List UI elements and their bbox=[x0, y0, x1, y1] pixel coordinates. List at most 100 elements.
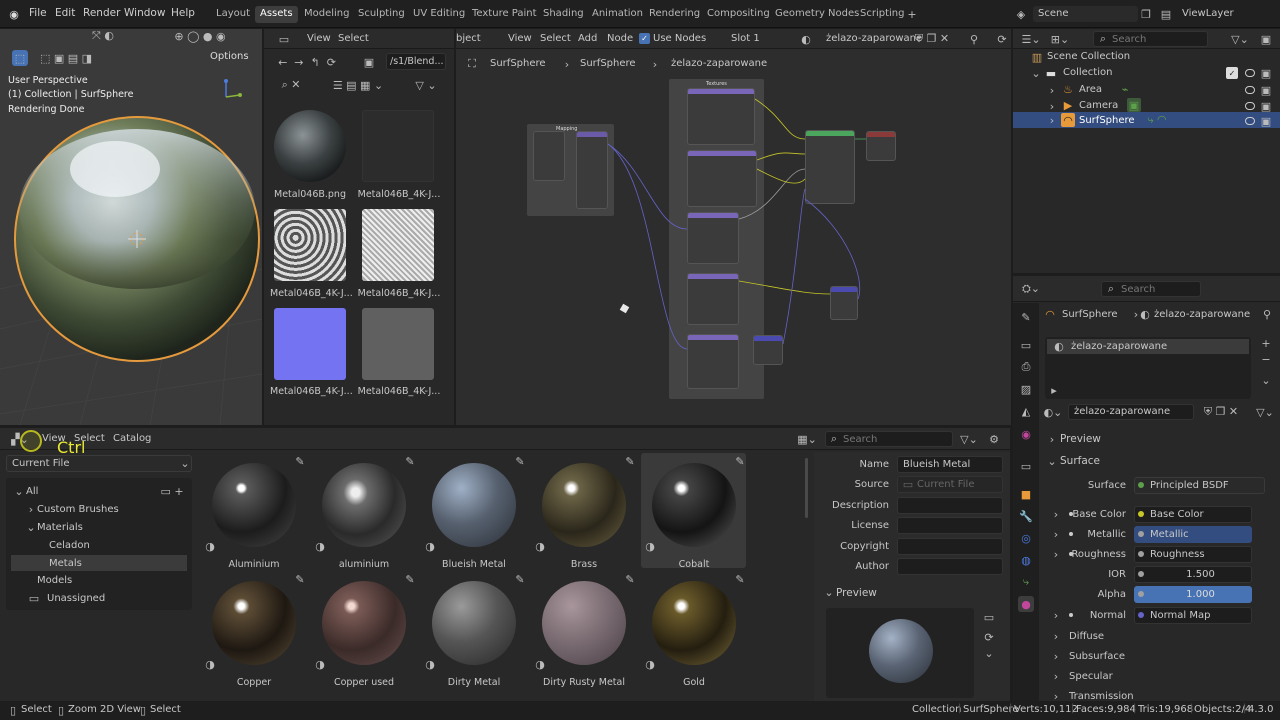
object-tab-icon[interactable]: ■ bbox=[1018, 486, 1034, 502]
surface-shader-field[interactable]: Principled BSDF bbox=[1150, 480, 1229, 491]
collapse-icon[interactable]: ⌄ bbox=[1047, 454, 1057, 468]
edit-asset-icon[interactable]: ✎ bbox=[294, 573, 306, 586]
meta-name-field[interactable]: Blueish Metal bbox=[903, 459, 970, 470]
edit-asset-icon[interactable]: ✎ bbox=[294, 455, 306, 468]
collapse-icon[interactable]: ⌄ bbox=[824, 585, 834, 599]
asset-search-input[interactable]: Search bbox=[843, 434, 877, 445]
material-name-field[interactable]: żelazo-zaparowane bbox=[1074, 406, 1170, 417]
gizmo-icons[interactable]: ⤧ ◐ bbox=[78, 29, 128, 44]
physics-tab-icon[interactable]: ◍ bbox=[1018, 552, 1034, 568]
node-editor[interactable]: bject View Select Add Node ✓ Use Nodes S… bbox=[456, 29, 1011, 425]
expand-icon[interactable]: › bbox=[1051, 527, 1061, 541]
file-menu-select[interactable]: Select bbox=[338, 33, 369, 44]
asset-settings-icon[interactable]: ⚙ bbox=[987, 432, 1001, 446]
expand-icon[interactable]: › bbox=[1051, 507, 1061, 521]
collection-expand-icon[interactable]: ⌄ bbox=[1031, 67, 1041, 80]
outliner-filter-icon[interactable]: ▽⌄ bbox=[1228, 32, 1252, 46]
material-actions-icons[interactable]: ⛨ ❐ ✕ bbox=[1196, 404, 1246, 420]
shading-mode-icons[interactable]: ⊕ ◯ ● ◉ bbox=[170, 29, 230, 44]
edit-asset-icon[interactable]: ✎ bbox=[514, 455, 526, 468]
editor-type-icon[interactable]: ▭ bbox=[274, 32, 294, 46]
visibility-eye-icon[interactable] bbox=[1245, 86, 1255, 94]
view-layer-tab-icon[interactable]: ▨ bbox=[1018, 381, 1034, 397]
world-tab-icon[interactable]: ◉ bbox=[1018, 426, 1034, 442]
visibility-eye-icon[interactable] bbox=[1245, 117, 1255, 125]
select-tool-icon[interactable]: ⬚ bbox=[12, 50, 28, 66]
base-color-field[interactable]: Base Color bbox=[1150, 509, 1204, 520]
file-name-1[interactable]: Metal046B_4K-J... bbox=[356, 189, 442, 200]
catalog-selected-row[interactable] bbox=[11, 555, 187, 571]
add-slot-icon[interactable]: + bbox=[1259, 336, 1273, 350]
file-thumb-0[interactable] bbox=[274, 110, 346, 182]
asset-thumb-copper-used[interactable] bbox=[322, 581, 406, 665]
expand-icon[interactable]: › bbox=[1051, 629, 1061, 643]
edit-asset-icon[interactable]: ✎ bbox=[404, 455, 416, 468]
asset-label-aluminium[interactable]: Aluminium bbox=[199, 559, 309, 570]
ior-field[interactable]: 1.500 bbox=[1153, 569, 1248, 580]
filter-icon[interactable]: ▽ ⌄ bbox=[408, 78, 444, 92]
catalog-actions-icons[interactable]: ▭ + bbox=[157, 484, 187, 498]
render-camera-icon[interactable]: ▣ bbox=[1259, 114, 1273, 128]
display-mode-icon[interactable]: ▦⌄ bbox=[795, 432, 819, 446]
tab-geometry-nodes[interactable]: Geometry Nodes bbox=[770, 6, 864, 23]
nav-arrows-icon[interactable]: ← → ↰ ⟳ bbox=[272, 55, 342, 69]
collapse-icon[interactable]: ⌄ bbox=[26, 521, 36, 534]
asset-grid-scrollbar[interactable] bbox=[805, 458, 808, 518]
scene-name[interactable]: Scene bbox=[1038, 8, 1069, 19]
viewport-3d[interactable]: ⬚ ⬚ ▣ ▤ ◨ ⤧ ◐ ⊕ ◯ ● ◉ Options User Persp… bbox=[0, 29, 262, 425]
asset-thumb-gold[interactable] bbox=[652, 581, 736, 665]
scene-tab-icon[interactable]: ◭ bbox=[1018, 403, 1034, 419]
catalog-all[interactable]: All bbox=[26, 486, 38, 497]
asset-thumb-cobalt[interactable] bbox=[652, 463, 736, 547]
new-collection-icon[interactable]: ▣ bbox=[1259, 32, 1273, 46]
material-filter-icon[interactable]: ▽⌄ bbox=[1254, 404, 1276, 420]
normal-field[interactable]: Normal Map bbox=[1150, 610, 1210, 621]
file-thumb-3[interactable] bbox=[362, 209, 434, 281]
modifier-tab-icon[interactable]: 🔧 bbox=[1018, 508, 1034, 524]
asset-thumb-aluminium[interactable] bbox=[212, 463, 296, 547]
expand-icon[interactable]: › bbox=[1051, 547, 1061, 561]
properties-type-icon[interactable]: ⛭⌄ bbox=[1019, 282, 1043, 296]
tab-assets[interactable]: Assets bbox=[255, 6, 298, 23]
expand-icon[interactable]: › bbox=[1051, 608, 1061, 622]
slot-menu-icon[interactable]: ⌄ bbox=[1259, 373, 1273, 387]
metallic-field[interactable]: Metallic bbox=[1150, 529, 1189, 540]
outliner-item-camera[interactable]: Camera bbox=[1079, 100, 1118, 111]
section-preview[interactable]: Preview bbox=[1060, 433, 1101, 445]
file-thumb-5[interactable] bbox=[362, 308, 434, 380]
blender-logo-icon[interactable]: ◉ bbox=[6, 7, 22, 21]
outliner-display-icon[interactable]: ⊞⌄ bbox=[1049, 32, 1071, 46]
add-workspace-icon[interactable]: + bbox=[905, 7, 919, 21]
tab-texture-paint[interactable]: Texture Paint bbox=[467, 6, 542, 23]
meta-author-field[interactable] bbox=[897, 558, 1003, 575]
asset-label-cobalt[interactable]: Cobalt bbox=[639, 559, 749, 570]
meta-copyright-field[interactable] bbox=[897, 538, 1003, 555]
output-tab-icon[interactable]: ⎙ bbox=[1018, 359, 1034, 375]
collection-tab-icon[interactable]: ▭ bbox=[1018, 458, 1034, 474]
menu-edit[interactable]: Edit bbox=[55, 7, 75, 19]
expand-icon[interactable]: › bbox=[26, 503, 36, 516]
tab-sculpting[interactable]: Sculpting bbox=[353, 6, 410, 23]
display-mode-icons[interactable]: ☰ ▤ ▦ ⌄ bbox=[318, 78, 398, 92]
section-subsurface[interactable]: Subsurface bbox=[1069, 651, 1125, 662]
asset-thumb-aluminium-2[interactable] bbox=[322, 463, 406, 547]
edit-asset-icon[interactable]: ✎ bbox=[514, 573, 526, 586]
refresh-preview-icon[interactable]: ⟳ bbox=[982, 630, 996, 644]
tool-tab-icon[interactable]: ✎ bbox=[1018, 309, 1034, 325]
catalog-materials[interactable]: Materials bbox=[37, 522, 83, 533]
asset-label-dirty-metal[interactable]: Dirty Metal bbox=[419, 677, 529, 688]
file-thumb-2[interactable] bbox=[274, 209, 346, 281]
particles-tab-icon[interactable]: ◎ bbox=[1018, 530, 1034, 546]
edit-asset-icon[interactable]: ✎ bbox=[734, 455, 746, 468]
load-preview-icon[interactable]: ▭ bbox=[982, 610, 996, 624]
outliner-item-area[interactable]: Area bbox=[1079, 84, 1102, 95]
asset-label-aluminium-2[interactable]: aluminium bbox=[309, 559, 419, 570]
material-slot-name[interactable]: żelazo-zaparowane bbox=[1071, 341, 1167, 352]
asset-thumb-dirty-rusty-metal[interactable] bbox=[542, 581, 626, 665]
view-layer-name[interactable]: ViewLayer bbox=[1182, 8, 1234, 19]
catalog-custom-brushes[interactable]: Custom Brushes bbox=[37, 504, 119, 515]
library-dropdown[interactable]: Current File bbox=[12, 458, 69, 469]
expand-icon[interactable]: › bbox=[1047, 432, 1057, 446]
axis-gizmo-icon[interactable] bbox=[214, 75, 244, 105]
catalog-unassigned[interactable]: Unassigned bbox=[47, 593, 105, 604]
